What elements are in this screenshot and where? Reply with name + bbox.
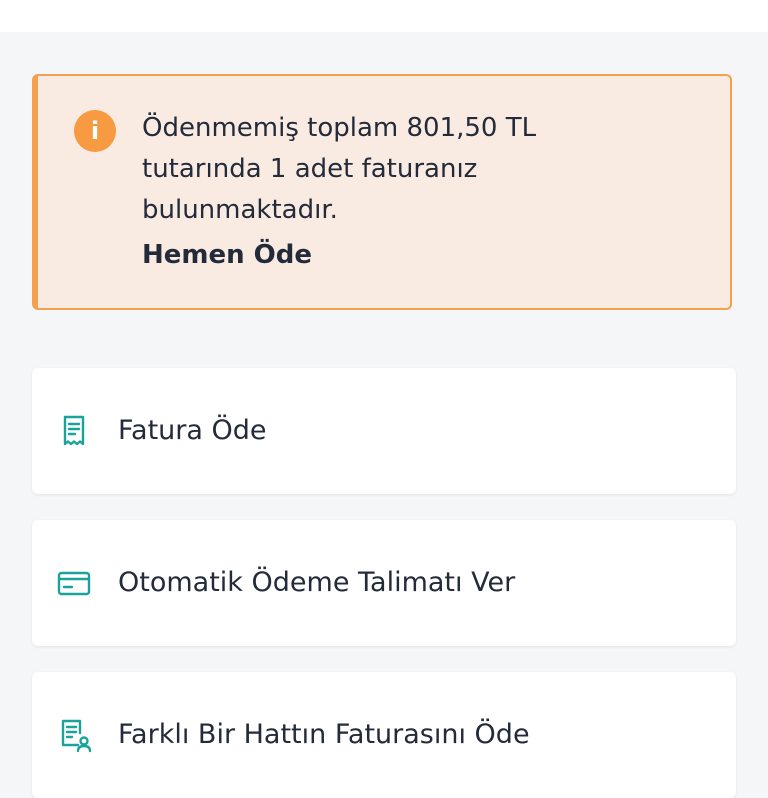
info-icon: i (74, 110, 116, 152)
credit-card-icon (57, 571, 91, 596)
menu-item-label: Farklı Bir Hattın Faturasını Öde (118, 719, 530, 750)
pay-now-link[interactable]: Hemen Öde (142, 240, 312, 270)
receipt-icon (63, 415, 85, 446)
unpaid-bill-alert: i Ödenmemiş toplam 801,50 TL tutarında 1… (32, 74, 732, 310)
menu-item-label: Fatura Öde (118, 415, 267, 446)
menu-item-pay-other-line[interactable]: Farklı Bir Hattın Faturasını Öde (32, 672, 736, 798)
menu-item-auto-payment[interactable]: Otomatik Ödeme Talimatı Ver (32, 520, 736, 646)
alert-message: Ödenmemiş toplam 801,50 TL tutarında 1 a… (142, 113, 537, 225)
top-bar (0, 0, 768, 32)
menu-item-label: Otomatik Ödeme Talimatı Ver (118, 567, 516, 598)
invoice-user-icon (61, 719, 92, 753)
menu-item-pay-bill[interactable]: Fatura Öde (32, 368, 736, 494)
